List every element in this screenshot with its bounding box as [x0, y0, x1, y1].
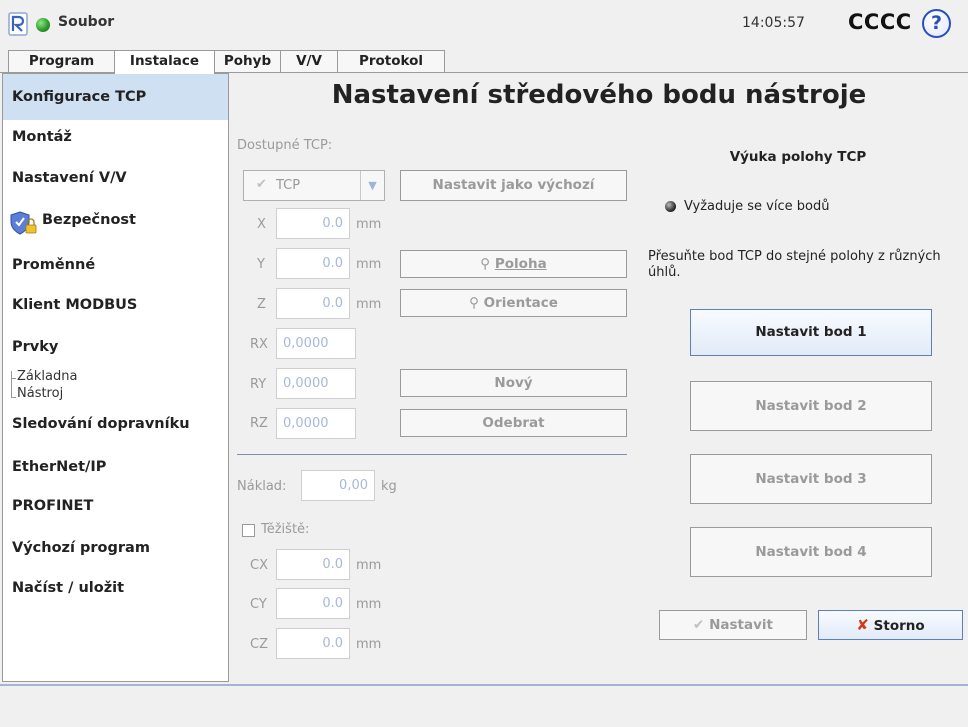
set-point-4-button[interactable]: Nastavit bod 4 — [690, 527, 932, 577]
tree-branch — [11, 397, 16, 398]
cross-icon: ✘ — [856, 616, 869, 634]
sidebar-item-load-save[interactable]: Načíst / uložit — [3, 573, 228, 617]
cancel-button[interactable]: ✘ Storno — [818, 610, 963, 640]
cog-checkbox[interactable] — [242, 524, 255, 537]
tree-line — [11, 371, 12, 398]
teach-instruction: Přesuňte bod TCP do stejné polohy z různ… — [648, 249, 941, 280]
set-point-1-button[interactable]: Nastavit bod 1 — [690, 309, 932, 356]
sidebar-item-profinet[interactable]: PROFINET — [3, 491, 228, 535]
section-divider — [237, 454, 627, 455]
sidebar-item-default-program[interactable]: Výchozí program — [3, 533, 228, 577]
available-tcp-label: Dostupné TCP: — [237, 138, 333, 153]
remove-tcp-button[interactable]: Odebrat — [400, 409, 627, 437]
main-tabs: Program Instalace Pohyb V/V Protokol — [0, 50, 968, 74]
y-unit: mm — [356, 257, 382, 272]
sidebar-subitem-tool[interactable]: Nástroj — [17, 386, 63, 401]
rx-label: RX — [250, 337, 268, 352]
cancel-button-label: Storno — [873, 618, 925, 634]
ry-field[interactable]: 0,0000 — [276, 368, 356, 399]
cx-unit: mm — [356, 558, 382, 573]
chevron-down-icon: ▼ — [360, 171, 384, 200]
cz-label: CZ — [250, 637, 268, 652]
clock: 14:05:57 — [742, 15, 805, 31]
cog-label: Těžiště: — [261, 522, 310, 537]
robot-status-icon[interactable] — [36, 18, 50, 32]
orientation-button-label: Orientace — [483, 295, 558, 311]
rz-label: RZ — [250, 416, 268, 431]
set-button[interactable]: ✔ Nastavit — [659, 610, 807, 640]
sidebar-item-variables[interactable]: Proměnné — [3, 250, 228, 294]
sidebar-item-io-setup[interactable]: Nastavení V/V — [3, 163, 228, 207]
z-field[interactable]: 0.0 — [276, 288, 350, 319]
x-unit: mm — [356, 217, 382, 232]
set-button-label: Nastavit — [709, 617, 773, 633]
cy-unit: mm — [356, 597, 382, 612]
sidebar-item-conveyor-tracking[interactable]: Sledování dopravníku — [3, 409, 228, 453]
page-title: Nastavení středového bodu nástroje — [331, 80, 867, 110]
rx-field[interactable]: 0,0000 — [276, 328, 356, 359]
help-icon[interactable]: ? — [922, 9, 951, 38]
cz-unit: mm — [356, 637, 382, 652]
cy-label: CY — [250, 597, 267, 612]
tab-program[interactable]: Program — [8, 50, 115, 73]
tcp-select[interactable]: ✔ TCP ▼ — [243, 170, 385, 201]
payload-unit: kg — [381, 479, 397, 494]
teach-status: Vyžaduje se více bodů — [684, 199, 830, 214]
sidebar-item-mounting[interactable]: Montáž — [3, 122, 228, 166]
tree-branch — [11, 378, 16, 379]
cx-field[interactable]: 0.0 — [276, 549, 350, 580]
top-bar: Soubor 14:05:57 CCCC ? — [0, 0, 968, 48]
x-field[interactable]: 0.0 — [276, 208, 350, 239]
sidebar-item-modbus-client[interactable]: Klient MODBUS — [3, 290, 228, 334]
orientation-button[interactable]: ⚲ Orientace — [400, 289, 627, 317]
check-icon: ✔ — [693, 617, 705, 633]
z-unit: mm — [356, 297, 382, 312]
tab-installation[interactable]: Instalace — [114, 50, 215, 74]
tab-log[interactable]: Protokol — [337, 50, 445, 73]
file-menu[interactable]: Soubor — [58, 14, 114, 30]
installation-sidebar: Konfigurace TCP Montáž Nastavení V/V Bez… — [2, 73, 229, 682]
set-point-2-button[interactable]: Nastavit bod 2 — [690, 381, 932, 431]
ry-label: RY — [250, 377, 267, 392]
logo-icon — [8, 12, 28, 36]
tab-move[interactable]: Pohyb — [214, 50, 281, 73]
z-label: Z — [257, 297, 266, 312]
sidebar-item-label: Bezpečnost — [42, 212, 136, 228]
sidebar-subitem-base[interactable]: Základna — [17, 369, 77, 384]
cy-field[interactable]: 0.0 — [276, 588, 350, 619]
payload-field[interactable]: 0,00 — [301, 470, 375, 501]
payload-label: Náklad: — [237, 479, 287, 494]
cz-field[interactable]: 0.0 — [276, 628, 350, 659]
status-indicator-icon — [665, 201, 676, 212]
position-button[interactable]: ⚲ Poloha — [400, 250, 627, 278]
check-icon: ✔ — [256, 177, 267, 192]
y-label: Y — [257, 257, 265, 272]
sidebar-item-safety[interactable]: Bezpečnost — [3, 205, 228, 249]
shield-lock-icon — [10, 211, 37, 235]
sidebar-item-ethernet-ip[interactable]: EtherNet/IP — [3, 452, 228, 496]
tool-icon: ⚲ — [469, 295, 479, 311]
sidebar-item-tcp-configuration[interactable]: Konfigurace TCP — [3, 74, 228, 120]
new-tcp-button[interactable]: Nový — [400, 369, 627, 397]
set-default-button[interactable]: Nastavit jako výchozí — [400, 170, 627, 201]
cx-label: CX — [250, 558, 268, 573]
tab-io[interactable]: V/V — [280, 50, 338, 73]
rz-field[interactable]: 0,0000 — [276, 408, 356, 439]
set-point-3-button[interactable]: Nastavit bod 3 — [690, 454, 932, 504]
tcp-select-value: TCP — [276, 178, 301, 193]
teach-title: Výuka polohy TCP — [729, 149, 867, 165]
y-field[interactable]: 0.0 — [276, 248, 350, 279]
x-label: X — [257, 217, 266, 232]
footer-divider — [0, 684, 968, 686]
tool-icon: ⚲ — [480, 256, 491, 272]
robot-name: CCCC — [848, 10, 912, 34]
position-button-label: Poloha — [494, 256, 547, 272]
